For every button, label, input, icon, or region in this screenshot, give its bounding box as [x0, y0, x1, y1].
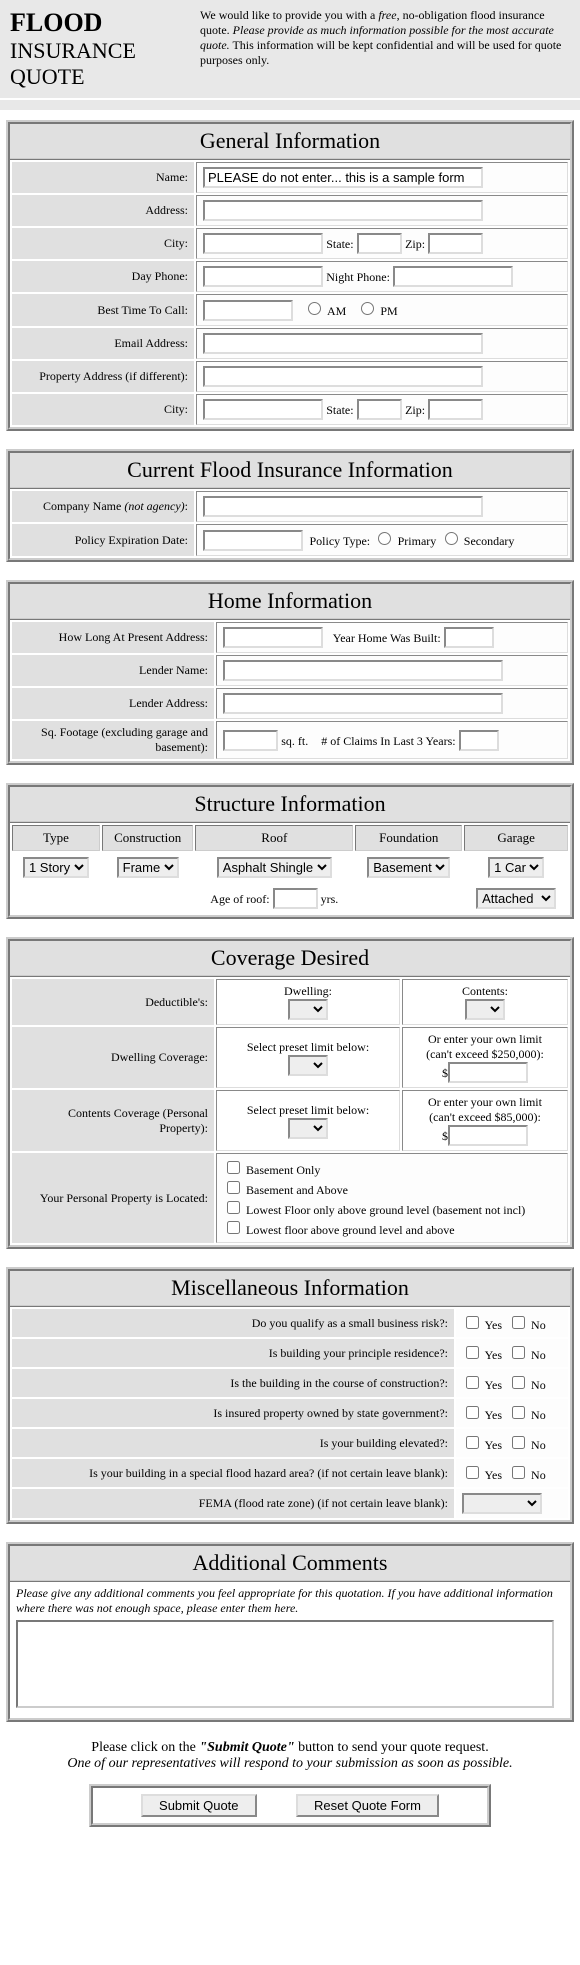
company-input[interactable]	[203, 496, 483, 517]
howlong-input[interactable]	[223, 627, 323, 648]
propaddr-input[interactable]	[203, 366, 483, 387]
dwellcov-select[interactable]	[288, 1055, 328, 1076]
pp4-check[interactable]	[227, 1221, 240, 1234]
comments-section: Additional Comments Please give any addi…	[6, 1542, 574, 1722]
zip-input[interactable]	[428, 233, 483, 254]
dayphone-input[interactable]	[203, 266, 323, 287]
submit-area: Please click on the "Submit Quote" butto…	[20, 1740, 560, 1827]
claims-input[interactable]	[459, 730, 499, 751]
sqft-input[interactable]	[223, 730, 278, 751]
garage2-select[interactable]: Attached	[476, 888, 556, 909]
q2-yes[interactable]	[466, 1346, 479, 1359]
q3-no[interactable]	[512, 1376, 525, 1389]
q6-yes[interactable]	[466, 1466, 479, 1479]
general-title: General Information	[10, 124, 570, 160]
lenderaddr-input[interactable]	[223, 693, 503, 714]
header-description: We would like to provide you with a free…	[200, 8, 570, 68]
dwellcov-input[interactable]	[448, 1062, 528, 1083]
zip2-input[interactable]	[428, 399, 483, 420]
ded-dwelling-select[interactable]	[288, 999, 328, 1020]
nightphone-input[interactable]	[393, 266, 513, 287]
q4-yes[interactable]	[466, 1406, 479, 1419]
misc-section: Miscellaneous Information Do you qualify…	[6, 1267, 574, 1524]
pp1-check[interactable]	[227, 1161, 240, 1174]
general-section: General Information Name: Address: City:…	[6, 120, 574, 431]
q6-no[interactable]	[512, 1466, 525, 1479]
address-input[interactable]	[203, 200, 483, 221]
q5-no[interactable]	[512, 1436, 525, 1449]
q2-no[interactable]	[512, 1346, 525, 1359]
garage-select[interactable]: 1 Car	[488, 857, 544, 878]
ded-contents-select[interactable]	[465, 999, 505, 1020]
home-section: Home Information How Long At Present Add…	[6, 580, 574, 765]
q5-yes[interactable]	[466, 1436, 479, 1449]
q1-yes[interactable]	[466, 1316, 479, 1329]
pp3-check[interactable]	[227, 1201, 240, 1214]
contcov-input[interactable]	[448, 1125, 528, 1146]
structure-section: Structure Information Type Construction …	[6, 783, 574, 919]
reset-button[interactable]	[296, 1794, 439, 1817]
type-select[interactable]: 1 Story	[23, 857, 89, 878]
roof-select[interactable]: Asphalt Shingle	[217, 857, 332, 878]
am-radio[interactable]	[308, 302, 321, 315]
city2-input[interactable]	[203, 399, 323, 420]
q4-no[interactable]	[512, 1406, 525, 1419]
contcov-select[interactable]	[288, 1118, 328, 1139]
state-input[interactable]	[357, 233, 402, 254]
q3-yes[interactable]	[466, 1376, 479, 1389]
lendername-input[interactable]	[223, 660, 503, 681]
coverage-section: Coverage Desired Deductible's: Dwelling:…	[6, 937, 574, 1249]
besttime-input[interactable]	[203, 300, 293, 321]
yearbuilt-input[interactable]	[444, 627, 494, 648]
state2-input[interactable]	[357, 399, 402, 420]
city-input[interactable]	[203, 233, 323, 254]
name-input[interactable]	[203, 167, 483, 188]
submit-button[interactable]	[141, 1794, 257, 1817]
q1-no[interactable]	[512, 1316, 525, 1329]
primary-radio[interactable]	[378, 532, 391, 545]
construction-select[interactable]: Frame	[117, 857, 179, 878]
ageroof-input[interactable]	[273, 888, 318, 909]
secondary-radio[interactable]	[445, 532, 458, 545]
pp2-check[interactable]	[227, 1181, 240, 1194]
header: FLOOD INSURANCE QUOTE We would like to p…	[0, 0, 580, 98]
expire-input[interactable]	[203, 530, 303, 551]
page-title: FLOOD INSURANCE QUOTE	[10, 8, 200, 90]
name-label: Name:	[12, 162, 194, 193]
current-section: Current Flood Insurance Information Comp…	[6, 449, 574, 562]
comments-textarea[interactable]	[16, 1620, 554, 1708]
pm-radio[interactable]	[361, 302, 374, 315]
foundation-select[interactable]: Basement	[367, 857, 450, 878]
fema-select[interactable]	[462, 1493, 542, 1514]
email-input[interactable]	[203, 333, 483, 354]
